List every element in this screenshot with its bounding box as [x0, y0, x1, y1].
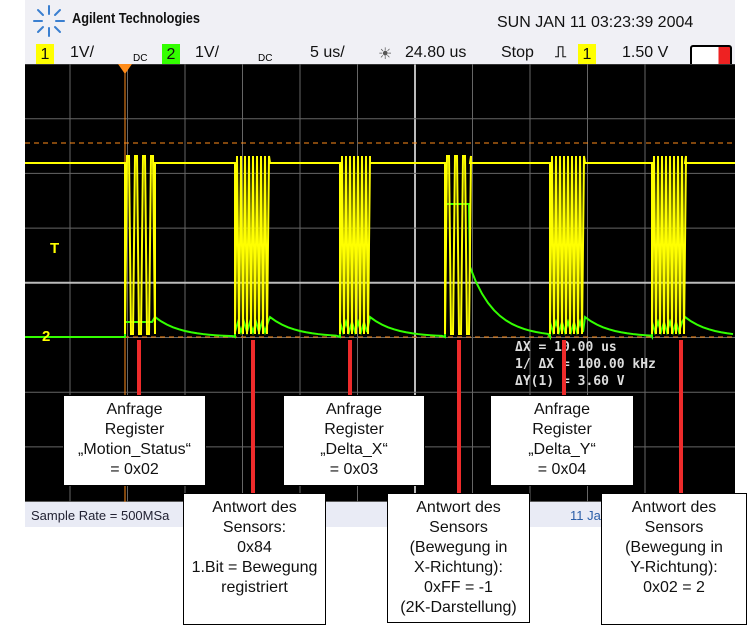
- datetime: SUN JAN 11 03:23:39 2004: [497, 14, 694, 31]
- annotation-text: Sensors: [644, 519, 704, 536]
- ch1-coupling: DC: [133, 53, 148, 64]
- annotation-box: Anfrage Register „Motion_Status“ = 0x02: [63, 395, 206, 486]
- brand-name: Agilent Technologies: [72, 10, 200, 27]
- annotation-line: [348, 340, 352, 396]
- trigger-source[interactable]: 1: [578, 44, 596, 66]
- annotation-text: (2K-Darstellung): [400, 599, 517, 616]
- annotation-text: Y-Richtung):: [630, 559, 718, 576]
- annotation-text: Antwort des: [416, 499, 501, 516]
- annotation-text: Sensors:: [222, 519, 287, 536]
- channel-1-trace: [25, 155, 735, 335]
- annotation-text: = 0x02: [110, 461, 159, 478]
- agilent-logo-icon: [33, 5, 65, 37]
- delta-y: ΔY(1) = 3.60 V: [515, 374, 625, 389]
- ch1-scale[interactable]: 1V/: [70, 44, 94, 62]
- annotation-text: (Bewegung in: [625, 539, 723, 556]
- annotation-line: [137, 340, 141, 396]
- delay-value[interactable]: 24.80 us: [405, 44, 466, 62]
- annotation-text: 0xFF = -1: [424, 579, 493, 596]
- ch2-scale[interactable]: 1V/: [195, 44, 219, 62]
- channel-2-badge[interactable]: 2: [162, 44, 180, 66]
- annotation-text: Anfrage: [106, 401, 163, 418]
- annotation-text: „Motion_Status“: [78, 441, 191, 458]
- annotation-text: „Delta_Y“: [528, 441, 596, 458]
- delay-icon: ☀: [378, 46, 393, 63]
- annotation-text: X-Richtung):: [414, 559, 503, 576]
- annotation-box: Antwort des Sensors (Bewegung in Y-Richtung…: [601, 493, 747, 625]
- ch2-coupling: DC: [258, 53, 273, 64]
- annotation-text: Sensors: [429, 519, 488, 536]
- annotation-text: registriert: [221, 579, 288, 596]
- annotation-text: 0x84: [237, 539, 272, 556]
- sample-rate: Sample Rate = 500MSa: [31, 508, 170, 523]
- annotation-text: 1.Bit = Bewegung: [191, 559, 318, 576]
- channel-1-badge[interactable]: 1: [36, 44, 54, 66]
- rising-edge-icon: ⎍: [555, 44, 567, 61]
- annotation-text: (Bewegung in: [409, 539, 508, 556]
- annotation-text: = 0x04: [537, 461, 587, 478]
- annotation-line: [679, 340, 683, 494]
- annotation-line: [562, 340, 566, 396]
- annotation-box: Antwort des Sensors: 0x84 1.Bit = Bewegung r…: [183, 493, 326, 625]
- annotation-text: = 0x03: [329, 461, 379, 478]
- annotation-text: Antwort des: [631, 499, 717, 516]
- delta-x: ΔX = 10.00 us: [515, 340, 617, 355]
- annotation-text: Anfrage: [325, 401, 383, 418]
- annotation-box: Anfrage Register „Delta_X“ = 0x03: [283, 395, 425, 486]
- annotation-text: Register: [104, 421, 165, 438]
- ch2-ground-marker: 2: [42, 328, 51, 345]
- annotation-text: Register: [532, 421, 592, 438]
- annotation-text: „Delta_X“: [320, 441, 388, 458]
- inverse-delta-x: 1/ ΔX = 100.00 kHz: [515, 357, 656, 372]
- annotation-line: [251, 340, 255, 494]
- annotation-text: Anfrage: [533, 401, 591, 418]
- annotation-text: Antwort des: [212, 499, 297, 516]
- annotation-text: Register: [324, 421, 384, 438]
- annotation-line: [457, 340, 461, 494]
- run-state[interactable]: Stop: [501, 44, 534, 62]
- trigger-marker: T: [50, 240, 60, 257]
- trigger-position-marker: [118, 64, 132, 74]
- annotation-box: Anfrage Register „Delta_Y“ = 0x04: [490, 395, 634, 486]
- annotation-box: Antwort des Sensors (Bewegung in X-Richtung…: [387, 493, 530, 623]
- trigger-level[interactable]: 1.50 V: [622, 44, 668, 62]
- timebase[interactable]: 5 us/: [310, 44, 345, 62]
- status-date: 11 Ja: [570, 508, 601, 523]
- annotation-text: 0x02 = 2: [643, 579, 705, 596]
- measurements: ΔX = 10.00 us 1/ ΔX = 100.00 kHz ΔY(1) =…: [515, 339, 656, 390]
